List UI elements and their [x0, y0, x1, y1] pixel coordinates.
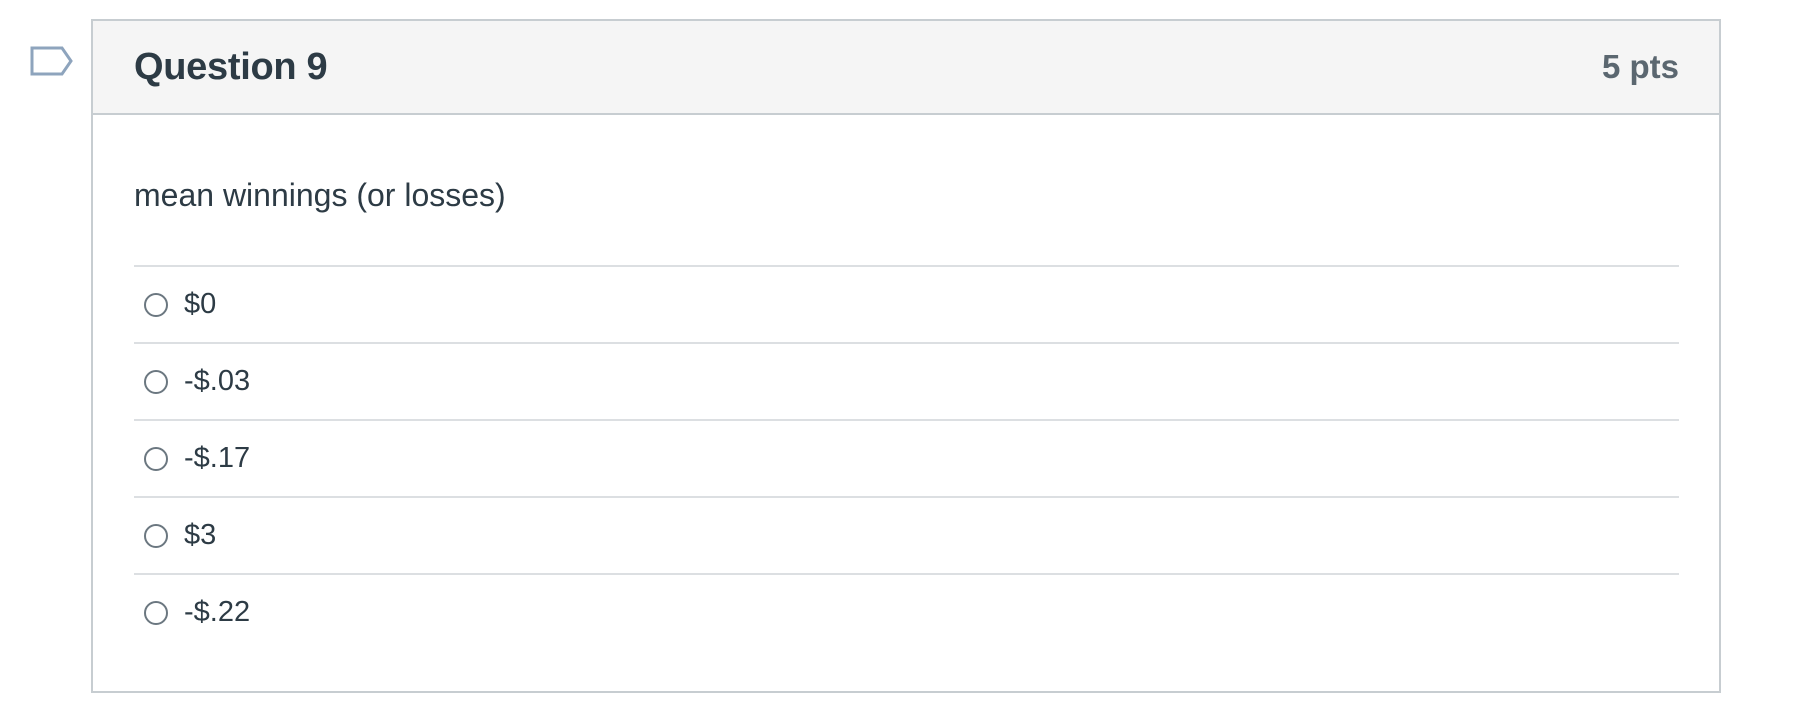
question-card: Question 9 5 pts mean winnings (or losse…	[91, 19, 1721, 693]
flag-question-icon[interactable]	[30, 46, 74, 84]
answer-label: -$.03	[184, 365, 251, 397]
radio-button[interactable]	[144, 292, 168, 317]
answer-label: $3	[184, 519, 217, 551]
answer-label: $0	[184, 288, 217, 320]
radio-button[interactable]	[144, 600, 168, 625]
question-header: Question 9 5 pts	[93, 21, 1719, 115]
answer-option[interactable]: -$.22	[134, 575, 1679, 650]
answer-label: -$.22	[184, 596, 251, 628]
question-text: mean winnings (or losses)	[134, 177, 506, 213]
question-points: 5 pts	[1601, 48, 1679, 85]
radio-button[interactable]	[144, 446, 168, 471]
question-body: mean winnings (or losses) $0 -$.03 -$.17…	[93, 175, 1719, 650]
radio-button[interactable]	[144, 523, 168, 548]
answer-option[interactable]: -$.03	[134, 344, 1679, 421]
question-title: Question 9	[134, 45, 328, 88]
answer-list: $0 -$.03 -$.17 $3 -$.22	[134, 265, 1679, 650]
answer-label: -$.17	[184, 442, 251, 474]
answer-option[interactable]: $3	[134, 498, 1679, 575]
answer-option[interactable]: $0	[134, 267, 1679, 344]
answer-option[interactable]: -$.17	[134, 421, 1679, 498]
radio-button[interactable]	[144, 369, 168, 394]
